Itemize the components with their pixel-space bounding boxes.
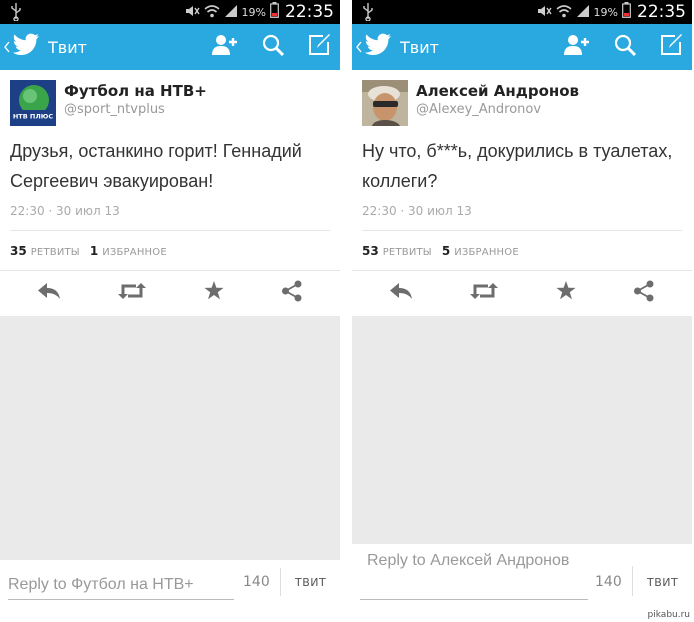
tweet-send-button[interactable]: ТВИТ: [647, 576, 678, 589]
screen-title: Твит: [400, 37, 439, 57]
tweet-text: Друзья, останкино горит! Геннадий Сергее…: [10, 141, 302, 191]
tweet-send-button[interactable]: ТВИТ: [295, 576, 326, 589]
tweet-stats: 35 РЕТВИТЫ 1 ИЗБРАННОЕ: [10, 230, 330, 270]
retweet-icon[interactable]: [118, 282, 147, 304]
favorites-count: 5: [441, 243, 451, 258]
empty-area: [352, 316, 692, 544]
favorite-star-icon[interactable]: [556, 281, 576, 304]
tweet-timestamp: 22:30 · 30 июл 13: [362, 204, 472, 218]
back-button[interactable]: Твит: [356, 24, 439, 70]
retweets-label: РЕТВИТЫ: [382, 246, 432, 258]
status-bar: 19% 22:35: [0, 0, 340, 24]
compose-icon[interactable]: [308, 34, 332, 60]
tweet-stats: 53 РЕТВИТЫ 5 ИЗБРАННОЕ: [362, 230, 682, 270]
retweets-count: 35: [10, 243, 27, 258]
back-chevron-icon: [4, 38, 10, 57]
favorite-star-icon[interactable]: [204, 281, 224, 304]
battery-percent: 19%: [241, 5, 266, 19]
tweet-text: Ну что, б***ь, докурились в туалетах, ко…: [362, 141, 673, 191]
mute-icon: [536, 3, 552, 22]
reply-input[interactable]: Reply to Алексей Андронов: [360, 550, 588, 600]
app-bar: Твит: [352, 24, 692, 70]
usb-icon: [362, 3, 374, 25]
favorites-stat[interactable]: 5 ИЗБРАННОЕ: [442, 244, 519, 258]
twitter-bird-icon: [12, 33, 40, 61]
share-icon[interactable]: [633, 280, 655, 306]
screen-title: Твит: [48, 37, 87, 57]
favorites-count: 1: [89, 243, 99, 258]
status-bar: 19% 22:35: [352, 0, 692, 24]
retweets-stat[interactable]: 53 РЕТВИТЫ: [362, 244, 432, 258]
tweet-actions: [352, 270, 692, 314]
char-counter: 140: [595, 574, 622, 590]
tweet-timestamp: 22:30 · 30 июл 13: [10, 204, 120, 218]
add-user-icon[interactable]: [564, 34, 590, 60]
char-counter: 140: [243, 574, 270, 590]
compose-icon[interactable]: [660, 34, 684, 60]
twitter-bird-icon: [364, 33, 392, 61]
mute-icon: [184, 3, 200, 22]
search-icon[interactable]: [262, 34, 285, 60]
battery-percent: 19%: [593, 5, 618, 19]
favorites-label: ИЗБРАННОЕ: [454, 246, 519, 258]
reply-icon[interactable]: [389, 282, 413, 304]
signal-icon: [224, 3, 238, 22]
retweets-label: РЕТВИТЫ: [30, 246, 80, 258]
clock: 22:35: [285, 2, 334, 22]
battery-icon: [622, 2, 631, 22]
tweet-author[interactable]: НТВ ПЛЮС Футбол на НТВ+ @sport_ntvplus: [10, 80, 330, 126]
wifi-icon: [204, 3, 220, 22]
author-name: Футбол на НТВ+: [64, 82, 207, 100]
tweet-detail: НТВ ПЛЮС Футбол на НТВ+ @sport_ntvplus Д…: [0, 70, 340, 270]
author-name: Алексей Андронов: [416, 82, 580, 100]
tweet-detail: Алексей Андронов @Alexey_Andronov Ну что…: [352, 70, 692, 270]
clock: 22:35: [637, 2, 686, 22]
usb-icon: [10, 3, 22, 25]
retweets-count: 53: [362, 243, 379, 258]
screen-left: 19% 22:35 Твит НТВ ПЛЮС Футбол на НТВ+ @…: [0, 0, 340, 622]
wifi-icon: [556, 3, 572, 22]
search-icon[interactable]: [614, 34, 637, 60]
battery-icon: [270, 2, 279, 22]
avatar[interactable]: НТВ ПЛЮС: [10, 80, 56, 126]
reply-icon[interactable]: [37, 282, 61, 304]
tweet-author[interactable]: Алексей Андронов @Alexey_Andronov: [362, 80, 682, 126]
retweet-icon[interactable]: [470, 282, 499, 304]
screen-right: 19% 22:35 Твит Алексей Андронов @Alexey_…: [352, 0, 692, 622]
reply-bar: Reply to Футбол на НТВ+ 140 ТВИТ: [0, 560, 340, 622]
app-bar: Твит: [0, 24, 340, 70]
reply-divider: [280, 568, 281, 596]
empty-area: [0, 316, 340, 560]
share-icon[interactable]: [281, 280, 303, 306]
author-handle: @sport_ntvplus: [64, 102, 165, 117]
watermark: pikabu.ru: [647, 610, 690, 620]
back-button[interactable]: Твит: [4, 24, 87, 70]
signal-icon: [576, 3, 590, 22]
avatar[interactable]: [362, 80, 408, 126]
reply-divider: [632, 566, 633, 596]
reply-input[interactable]: Reply to Футбол на НТВ+: [8, 574, 234, 600]
reply-bar: Reply to Алексей Андронов 140 ТВИТ: [352, 544, 692, 622]
author-handle: @Alexey_Andronov: [416, 102, 542, 117]
avatar-logo-text: НТВ ПЛЮС: [13, 113, 54, 121]
tweet-actions: [0, 270, 340, 314]
favorites-stat[interactable]: 1 ИЗБРАННОЕ: [90, 244, 167, 258]
add-user-icon[interactable]: [212, 34, 238, 60]
back-chevron-icon: [356, 38, 362, 57]
retweets-stat[interactable]: 35 РЕТВИТЫ: [10, 244, 80, 258]
favorites-label: ИЗБРАННОЕ: [102, 246, 167, 258]
